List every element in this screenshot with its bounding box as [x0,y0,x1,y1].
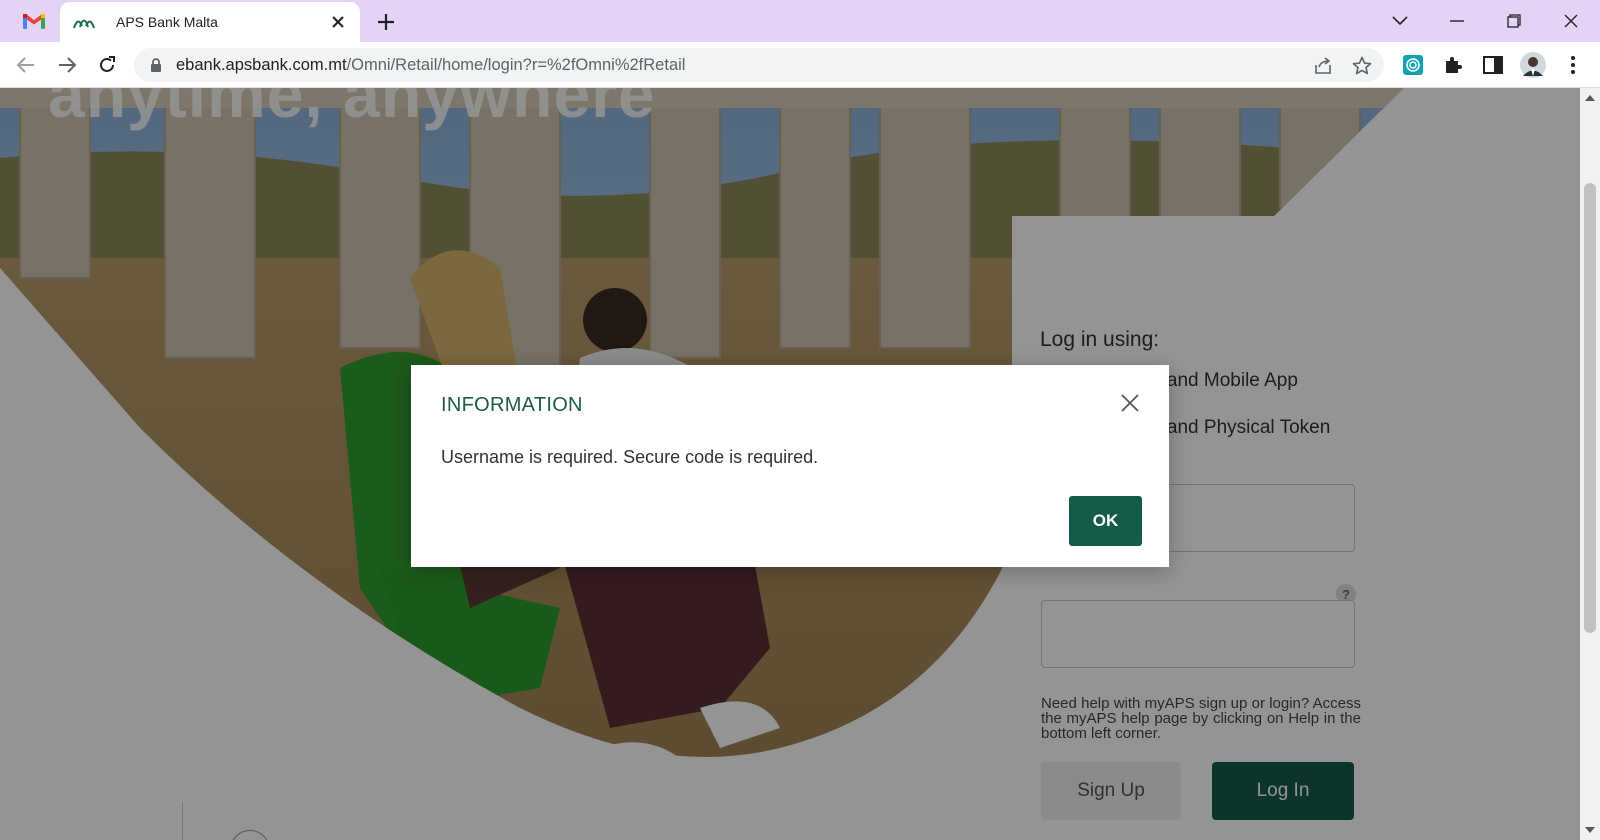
login-page: anytime, anywhere Log in using: Username… [0,88,1580,840]
scrollbar-thumb[interactable] [1584,183,1596,633]
minimize-icon[interactable] [1443,8,1471,34]
gmail-icon [23,13,45,29]
browser-toolbar: ebank.apsbank.com.mt/Omni/Retail/home/lo… [0,42,1600,88]
page-scrollbar[interactable] [1580,88,1600,840]
side-panel-icon[interactable] [1480,52,1506,78]
reload-icon[interactable] [93,51,121,79]
dialog-title: INFORMATION [441,394,583,416]
pinned-tab-gmail[interactable] [14,8,54,34]
extension-teal-icon[interactable] [1400,52,1426,78]
url-host: ebank.apsbank.com.mt [176,55,347,74]
aps-bank-logo-icon [72,12,96,32]
tab-close-icon[interactable] [328,12,348,32]
kebab-menu-icon[interactable] [1560,52,1586,78]
lock-icon[interactable] [150,58,162,72]
tab-strip: APS Bank Malta [0,0,1600,42]
extensions-puzzle-icon[interactable] [1440,52,1466,78]
dialog-message: Username is required. Secure code is req… [441,447,819,467]
scroll-up-arrow-icon[interactable] [1580,90,1600,106]
tab-search-chevron-icon[interactable] [1386,8,1414,34]
tab-aps-bank[interactable]: APS Bank Malta [60,2,360,42]
ok-button[interactable]: OK [1069,496,1142,546]
forward-arrow-icon[interactable] [53,51,81,79]
url-path: /Omni/Retail/home/login?r=%2fOmni%2fReta… [346,55,686,74]
scroll-down-arrow-icon[interactable] [1580,822,1600,838]
close-icon[interactable] [1117,390,1143,416]
information-dialog: INFORMATION Username is required. Secure… [411,365,1169,567]
page-viewport: anytime, anywhere Log in using: Username… [0,88,1600,840]
restore-icon[interactable] [1500,8,1528,34]
bookmark-star-icon[interactable] [1351,55,1373,77]
address-bar[interactable]: ebank.apsbank.com.mt/Omni/Retail/home/lo… [134,48,1384,82]
share-icon[interactable] [1312,55,1334,77]
close-window-icon[interactable] [1557,8,1585,34]
new-tab-plus-icon[interactable] [374,10,398,34]
tab-title: APS Bank Malta [116,14,218,30]
profile-avatar[interactable] [1520,52,1546,78]
back-arrow-icon[interactable] [12,51,40,79]
